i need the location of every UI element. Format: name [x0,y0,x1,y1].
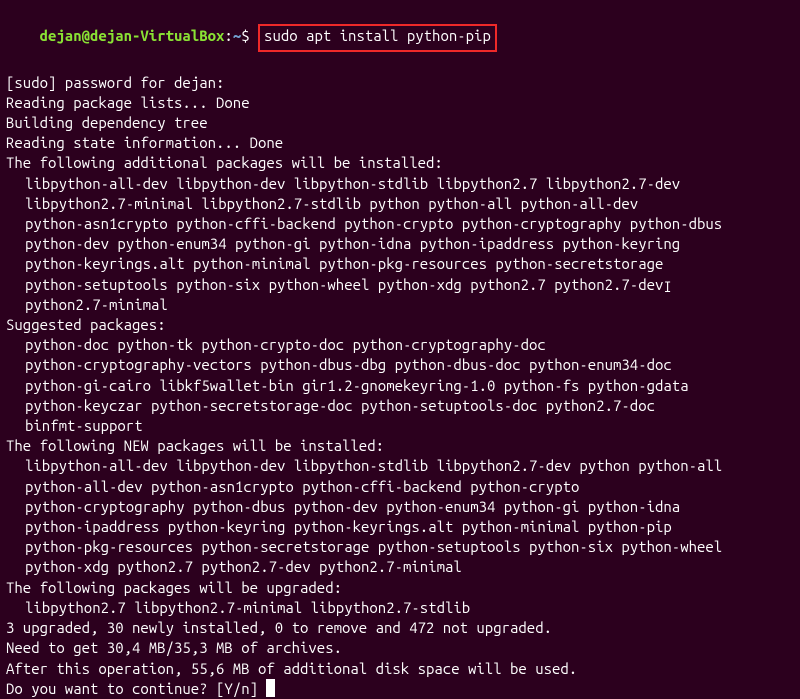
text-cursor-icon: I [663,277,671,297]
continue-prompt-text: Do you want to continue? [Y/n] [6,680,266,697]
output-line: 3 upgraded, 30 newly installed, 0 to rem… [6,618,794,638]
output-line: python-asn1crypto python-cffi-backend py… [6,214,794,234]
output-line: The following additional packages will b… [6,153,794,173]
prompt-colon: : [224,27,232,44]
output-line: libpython-all-dev libpython-dev libpytho… [6,174,794,194]
output-line: After this operation, 55,6 MB of additio… [6,659,794,679]
output-text: python-setuptools python-six python-whee… [25,276,663,293]
output-line: The following NEW packages will be insta… [6,436,794,456]
output-line: python-cryptography python-dbus python-d… [6,497,794,517]
output-line: python-ipaddress python-keyring python-k… [6,517,794,537]
terminal-output[interactable]: dejan@dejan-VirtualBox:~$ sudo apt insta… [6,4,794,699]
output-line: python-dev python-enum34 python-gi pytho… [6,234,794,254]
output-line: python-all-dev python-asn1crypto python-… [6,477,794,497]
output-line: python2.7-minimal [6,295,794,315]
prompt-continue-line[interactable]: Do you want to continue? [Y/n] [6,679,794,699]
command-highlight: sudo apt install python-pip [258,24,497,52]
cursor-icon [266,679,275,697]
output-line: Building dependency tree [6,113,794,133]
output-line: python-keyczar python-secretstorage-doc … [6,396,794,416]
output-line: Need to get 30,4 MB/35,3 MB of archives. [6,638,794,658]
prompt-dollar: $ [241,27,258,44]
output-line: python-xdg python2.7 python2.7-dev pytho… [6,557,794,577]
output-line: Reading package lists... Done [6,93,794,113]
output-line: The following packages will be upgraded: [6,578,794,598]
output-line: python-doc python-tk python-crypto-doc p… [6,335,794,355]
output-line: libpython-all-dev libpython-dev libpytho… [6,456,794,476]
output-line: libpython2.7-minimal libpython2.7-stdlib… [6,194,794,214]
output-line: python-setuptools python-six python-whee… [6,275,794,295]
output-line: libpython2.7 libpython2.7-minimal libpyt… [6,598,794,618]
command-text: sudo apt install python-pip [264,27,491,44]
prompt-path: ~ [233,27,241,44]
output-line: python-gi-cairo libkf5wallet-bin gir1.2-… [6,376,794,396]
output-line: Suggested packages: [6,315,794,335]
output-line: [sudo] password for dejan: [6,73,794,93]
output-line: binfmt-support [6,416,794,436]
output-line: Reading state information... Done [6,133,794,153]
output-line: python-pkg-resources python-secretstorag… [6,537,794,557]
prompt-line: dejan@dejan-VirtualBox:~$ sudo apt insta… [6,4,794,73]
prompt-user-host: dejan@dejan-VirtualBox [40,27,225,44]
output-line: python-keyrings.alt python-minimal pytho… [6,254,794,274]
output-line: python-cryptography-vectors python-dbus-… [6,355,794,375]
